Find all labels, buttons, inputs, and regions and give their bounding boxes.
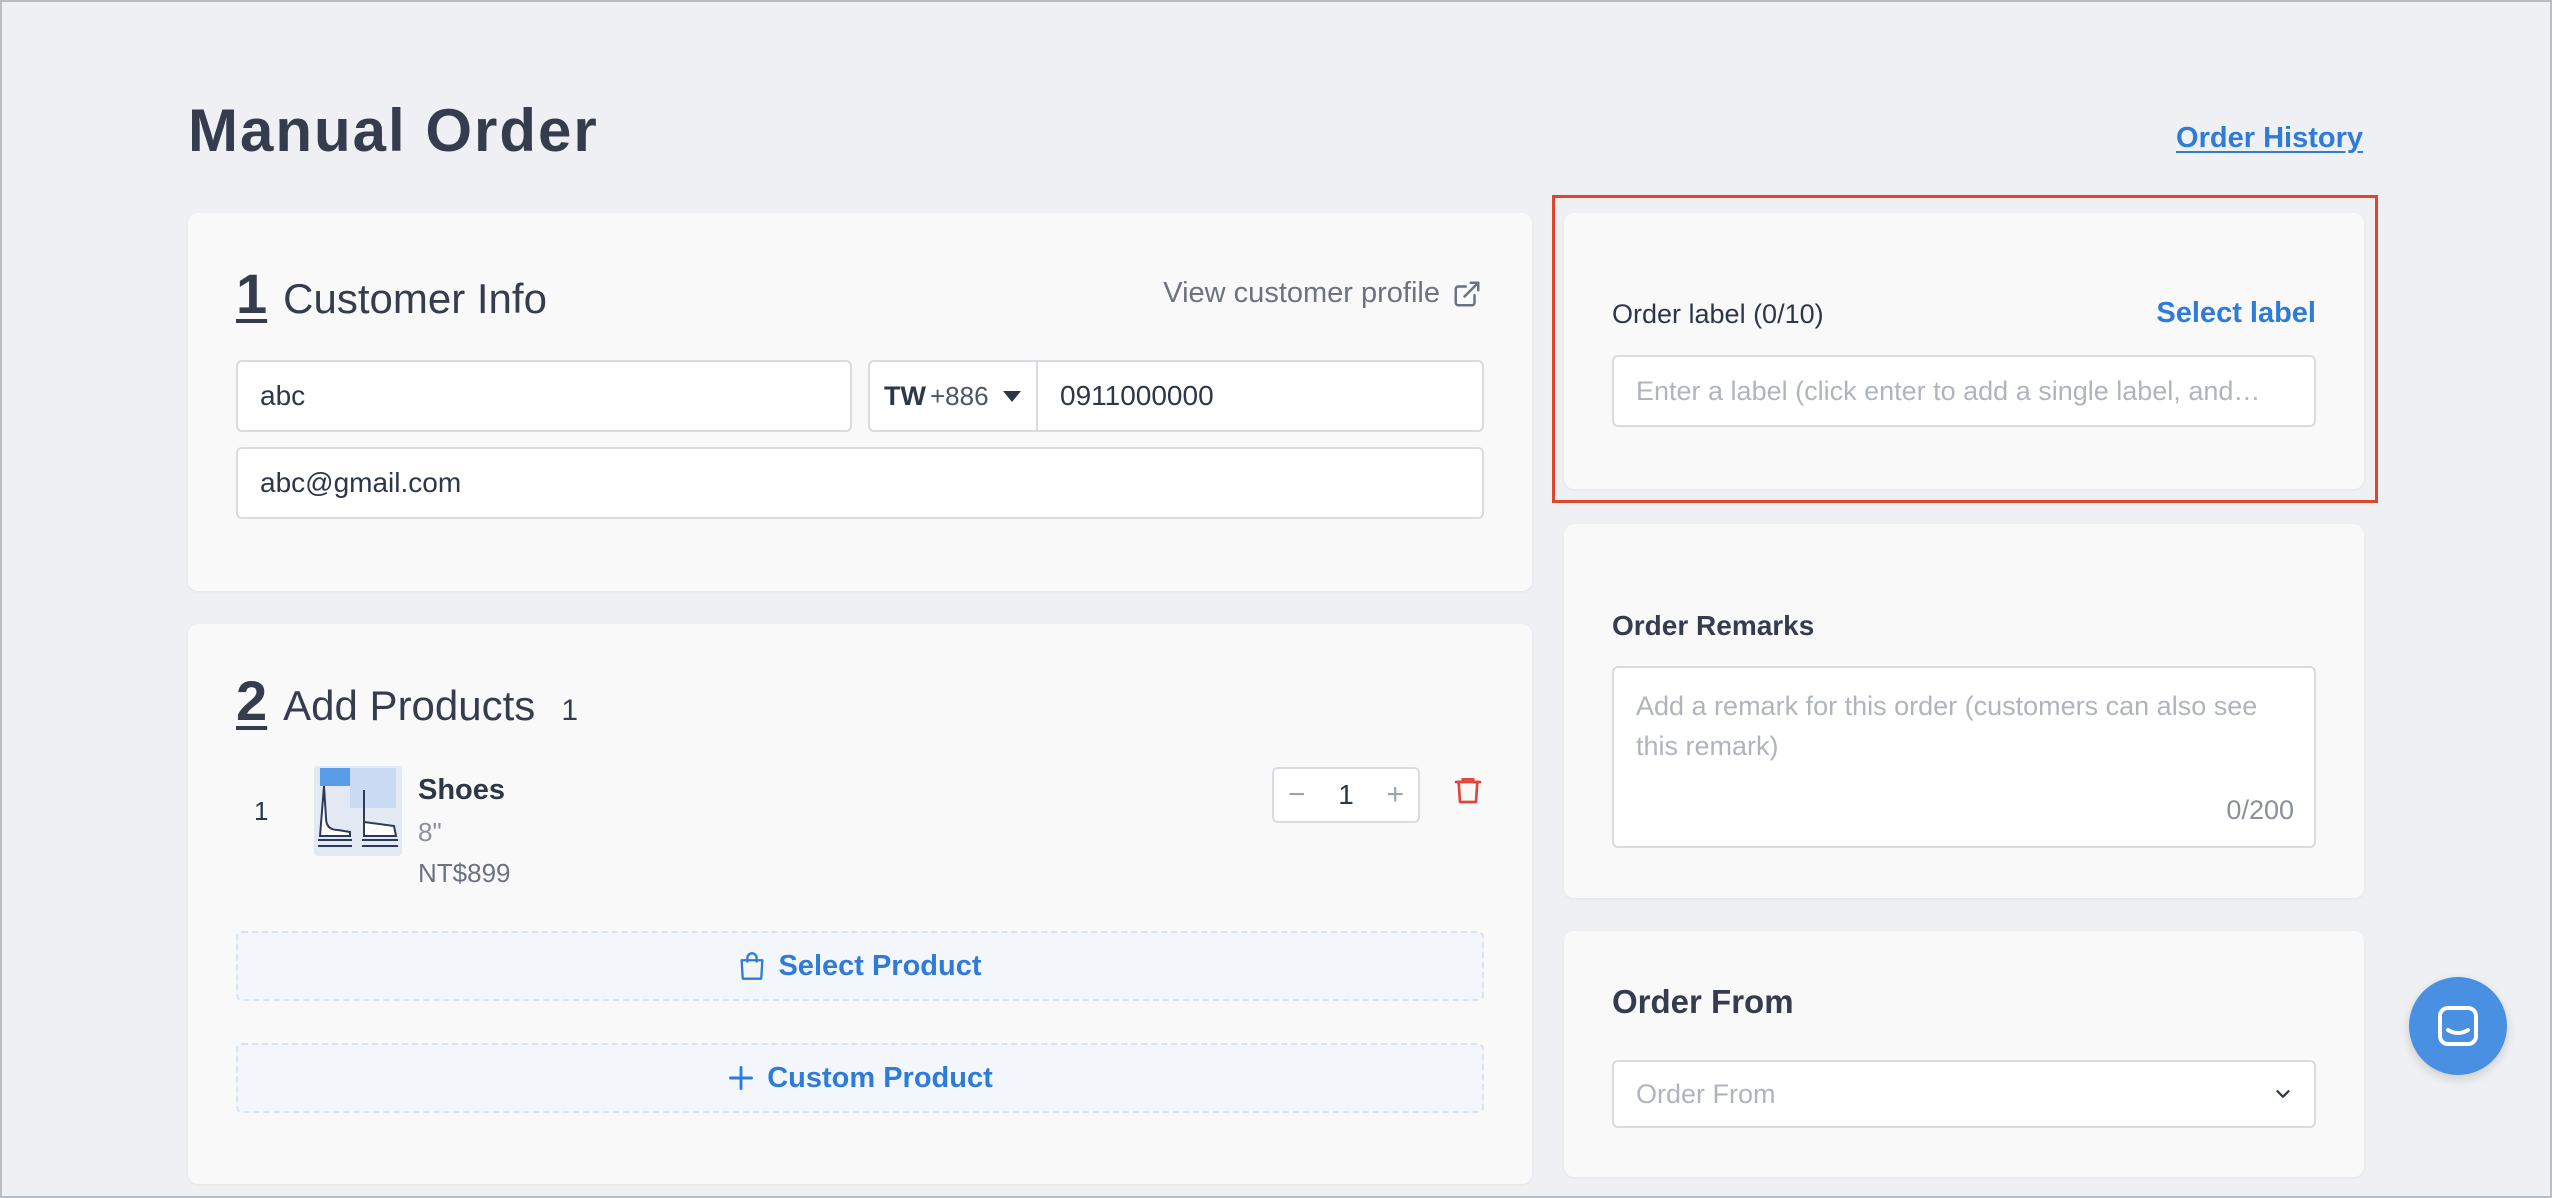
order-label-card: Order label (0/10) Select label Enter a … bbox=[1564, 213, 2364, 489]
email-value: abc@gmail.com bbox=[260, 467, 462, 498]
order-remarks-textarea[interactable]: Add a remark for this order (customers c… bbox=[1612, 666, 2316, 848]
shoes-image-icon bbox=[314, 766, 402, 856]
phone-value: 0911000000 bbox=[1060, 380, 1214, 411]
chevron-down-icon bbox=[2276, 1090, 2290, 1098]
order-from-placeholder: Order From bbox=[1636, 1078, 1776, 1109]
order-remarks-card: Order Remarks Add a remark for this orde… bbox=[1564, 524, 2364, 898]
view-profile-label: View customer profile bbox=[1163, 277, 1440, 309]
order-history-link[interactable]: Order History bbox=[2176, 122, 2363, 155]
select-product-button[interactable]: Select Product bbox=[236, 931, 1484, 1001]
product-count: 1 bbox=[561, 694, 578, 727]
chat-launcher-button[interactable] bbox=[2409, 977, 2507, 1075]
quantity-value[interactable]: 1 bbox=[1338, 779, 1354, 811]
custom-product-label: Custom Product bbox=[767, 1061, 993, 1094]
country-code-select[interactable]: TW +886 bbox=[868, 360, 1038, 432]
select-product-label: Select Product bbox=[778, 949, 982, 982]
add-products-header: 2 Add Products 1 bbox=[236, 668, 578, 733]
chat-icon bbox=[2438, 1006, 2478, 1046]
order-label-title: Order label (0/10) bbox=[1612, 299, 1824, 329]
remarks-char-count: 0/200 bbox=[2226, 795, 2294, 825]
section-number: 2 bbox=[236, 669, 268, 732]
order-label-placeholder: Enter a label (click enter to add a sing… bbox=[1636, 375, 2261, 406]
minus-icon[interactable]: − bbox=[1288, 780, 1306, 810]
customer-info-card: 1 Customer Info View customer profile ab… bbox=[188, 213, 1532, 591]
caret-down-icon bbox=[1002, 390, 1021, 402]
order-from-card: Order From Order From bbox=[1564, 931, 2364, 1177]
email-input[interactable]: abc@gmail.com bbox=[236, 447, 1484, 519]
country-code: TW bbox=[884, 380, 926, 411]
external-link-icon bbox=[1454, 281, 1480, 306]
order-label-input[interactable]: Enter a label (click enter to add a sing… bbox=[1612, 355, 2316, 427]
customer-name-value: abc bbox=[260, 380, 306, 411]
order-from-title: Order From bbox=[1612, 983, 1794, 1020]
section-number: 1 bbox=[236, 262, 268, 325]
customer-info-header: 1 Customer Info bbox=[236, 261, 547, 326]
dial-code: +886 bbox=[929, 380, 989, 411]
customer-name-input[interactable]: abc bbox=[236, 360, 852, 432]
order-remarks-title: Order Remarks bbox=[1612, 610, 1815, 641]
select-label-link[interactable]: Select label bbox=[2156, 297, 2316, 330]
product-price: NT$899 bbox=[418, 858, 511, 888]
product-variant: 8" bbox=[418, 817, 442, 847]
section-title: Customer Info bbox=[283, 275, 547, 322]
plus-icon[interactable]: + bbox=[1386, 780, 1404, 810]
order-from-select[interactable]: Order From bbox=[1612, 1060, 2316, 1128]
product-thumbnail bbox=[314, 766, 402, 856]
phone-input[interactable]: 0911000000 bbox=[1036, 360, 1484, 432]
quantity-stepper: − 1 + bbox=[1272, 767, 1420, 823]
view-customer-profile-link[interactable]: View customer profile bbox=[1163, 277, 1482, 310]
product-index: 1 bbox=[254, 796, 269, 826]
page-title: Manual Order bbox=[188, 97, 599, 164]
order-remarks-placeholder: Add a remark for this order (customers c… bbox=[1636, 691, 2258, 761]
trash-icon[interactable] bbox=[1452, 774, 1484, 806]
custom-product-button[interactable]: Custom Product bbox=[236, 1043, 1484, 1113]
shopping-bag-icon bbox=[740, 952, 765, 980]
plus-icon bbox=[729, 1066, 754, 1090]
section-title: Add Products bbox=[283, 682, 536, 729]
product-name: Shoes bbox=[418, 774, 506, 806]
add-products-card: 2 Add Products 1 1 Shoes 8" NT$899 − 1 + bbox=[188, 624, 1532, 1184]
